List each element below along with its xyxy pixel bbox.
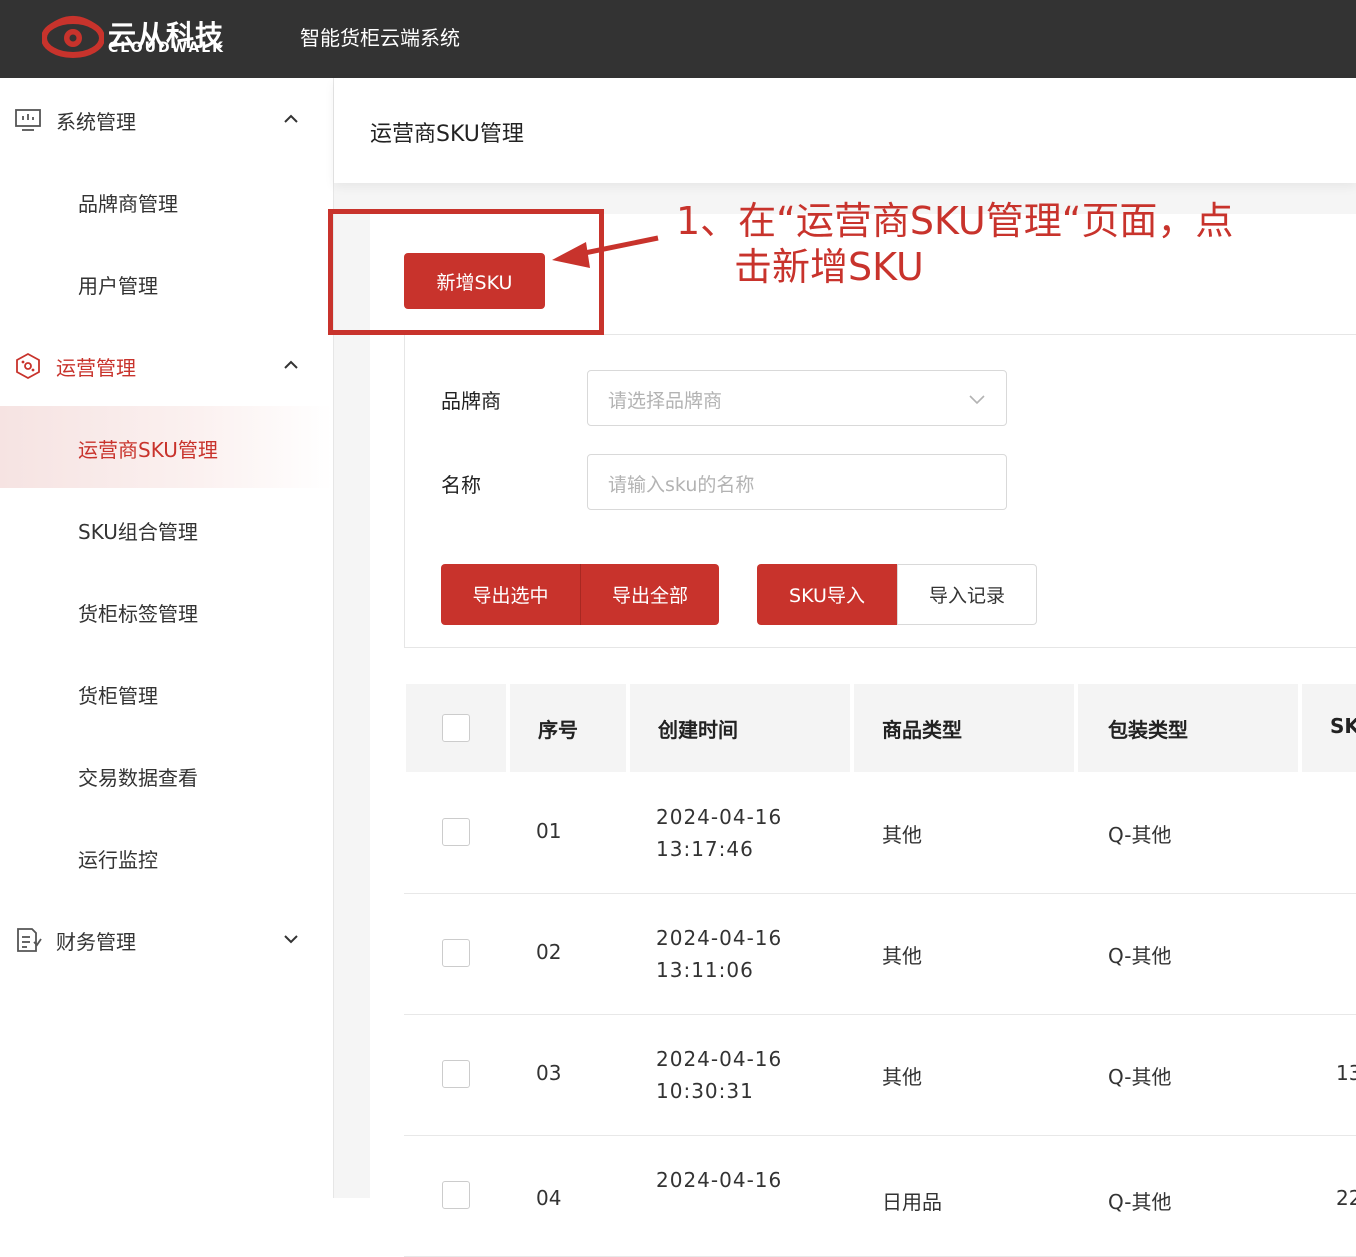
annotation-arrow-icon bbox=[552, 235, 659, 268]
row-goods-type: 其他 bbox=[882, 823, 922, 847]
sidebar-group-finance[interactable]: 财务管理 bbox=[0, 898, 333, 980]
row-time: 13:11:06 bbox=[656, 958, 754, 982]
sidebar-item-label: 货柜管理 bbox=[78, 684, 158, 708]
row-pack-type: Q-其他 bbox=[1108, 1190, 1172, 1214]
header-sku[interactable]: SK bbox=[1302, 684, 1356, 772]
sidebar: 系统管理 品牌商管理 用户管理 运营管理 运营商SKU管理 SKU组合管理 货柜… bbox=[0, 78, 334, 1198]
eye-logo-icon bbox=[42, 16, 104, 58]
annotation-line-2: 击新增SKU bbox=[734, 245, 924, 289]
finance-icon bbox=[17, 928, 42, 952]
table-row[interactable]: 02 2024-04-16 13:11:06 其他 Q-其他 bbox=[404, 894, 1356, 1015]
row-checkbox[interactable] bbox=[442, 1060, 470, 1088]
row-date: 2024-04-16 bbox=[656, 1168, 783, 1192]
row-goods-type: 日用品 bbox=[882, 1190, 942, 1214]
chevron-up-icon bbox=[284, 114, 298, 123]
header-pack-type[interactable]: 包装类型 bbox=[1078, 684, 1298, 772]
row-time: 13:17:46 bbox=[656, 837, 754, 861]
row-index: 02 bbox=[536, 940, 562, 964]
row-index: 03 bbox=[536, 1061, 562, 1085]
row-pack-type: Q-其他 bbox=[1108, 944, 1172, 968]
sidebar-group-operations[interactable]: 运营管理 bbox=[0, 324, 333, 406]
system-title: 智能货柜云端系统 bbox=[300, 26, 460, 50]
sidebar-item-brand[interactable]: 品牌商管理 bbox=[0, 160, 333, 242]
header-select-cell bbox=[406, 684, 506, 772]
sidebar-item-label: 货柜标签管理 bbox=[78, 602, 198, 626]
sidebar-item-transactions[interactable]: 交易数据查看 bbox=[0, 734, 333, 816]
column-header-label: 包装类型 bbox=[1108, 718, 1188, 742]
header-created-time[interactable]: 创建时间 bbox=[630, 684, 850, 772]
monitor-icon bbox=[15, 109, 41, 131]
row-sku: 13 bbox=[1336, 1061, 1356, 1085]
chevron-down-icon bbox=[284, 935, 298, 944]
row-checkbox[interactable] bbox=[442, 818, 470, 846]
sku-import-button[interactable]: SKU导入 bbox=[757, 564, 897, 625]
row-date: 2024-04-16 bbox=[656, 805, 783, 829]
name-input-placeholder: 请输入sku的名称 bbox=[608, 474, 755, 496]
row-time: 10:30:31 bbox=[656, 1079, 754, 1103]
select-all-checkbox[interactable] bbox=[442, 714, 470, 742]
sidebar-item-cabinet-tags[interactable]: 货柜标签管理 bbox=[0, 570, 333, 652]
sidebar-group-label: 系统管理 bbox=[56, 110, 136, 134]
column-header-label: 创建时间 bbox=[658, 718, 738, 742]
sidebar-item-label: 运营商SKU管理 bbox=[78, 438, 218, 462]
row-index: 01 bbox=[536, 819, 562, 843]
sidebar-item-label: 交易数据查看 bbox=[78, 766, 198, 790]
chevron-down-icon bbox=[969, 395, 985, 405]
export-all-button[interactable]: 导出全部 bbox=[580, 564, 719, 625]
brand-select-placeholder: 请选择品牌商 bbox=[608, 390, 723, 412]
sidebar-item-users[interactable]: 用户管理 bbox=[0, 242, 333, 324]
sidebar-item-label: SKU组合管理 bbox=[78, 520, 198, 544]
table-row[interactable]: 01 2024-04-16 13:17:46 其他 Q-其他 bbox=[404, 773, 1356, 894]
annotation-text: 1、在“运营商SKU管理“页面，点 击新增SKU bbox=[676, 198, 1316, 290]
row-index: 04 bbox=[536, 1186, 562, 1210]
sidebar-group-system[interactable]: 系统管理 bbox=[0, 78, 333, 160]
row-goods-type: 其他 bbox=[882, 1065, 922, 1089]
page-title: 运营商SKU管理 bbox=[370, 122, 524, 147]
sidebar-group-label: 财务管理 bbox=[56, 930, 136, 954]
brand-label: 品牌商 bbox=[441, 389, 501, 413]
filter-panel: 品牌商 请选择品牌商 名称 请输入sku的名称 导出选中 导出全部 SKU导入 … bbox=[404, 334, 1356, 648]
row-goods-type: 其他 bbox=[882, 944, 922, 968]
sidebar-item-sku-combo[interactable]: SKU组合管理 bbox=[0, 488, 333, 570]
chevron-up-icon bbox=[284, 360, 298, 369]
header-goods-type[interactable]: 商品类型 bbox=[854, 684, 1074, 772]
operations-icon bbox=[16, 352, 40, 380]
table-header: 序号 创建时间 商品类型 包装类型 SK bbox=[404, 684, 1356, 772]
import-records-button[interactable]: 导入记录 bbox=[897, 564, 1037, 625]
table-row[interactable]: 04 2024-04-16 日用品 Q-其他 22 bbox=[404, 1136, 1356, 1257]
sidebar-item-monitoring[interactable]: 运行监控 bbox=[0, 816, 333, 898]
brand-select[interactable]: 请选择品牌商 bbox=[587, 370, 1007, 426]
sidebar-item-cabinets[interactable]: 货柜管理 bbox=[0, 652, 333, 734]
sidebar-item-operator-sku[interactable]: 运营商SKU管理 bbox=[0, 406, 333, 488]
row-date: 2024-04-16 bbox=[656, 926, 783, 950]
sidebar-group-label: 运营管理 bbox=[56, 356, 136, 380]
column-header-label: SK bbox=[1330, 714, 1356, 738]
sidebar-item-label: 用户管理 bbox=[78, 274, 158, 298]
header-index[interactable]: 序号 bbox=[510, 684, 626, 772]
sidebar-item-label: 运行监控 bbox=[78, 848, 158, 872]
row-pack-type: Q-其他 bbox=[1108, 1065, 1172, 1089]
logo-text-en: CLOUDWALK bbox=[108, 40, 226, 56]
export-selected-button[interactable]: 导出选中 bbox=[441, 564, 580, 625]
column-header-label: 序号 bbox=[538, 718, 578, 742]
row-sku: 22 bbox=[1336, 1186, 1356, 1210]
row-pack-type: Q-其他 bbox=[1108, 823, 1172, 847]
cloudwalk-logo[interactable]: 云从科技 CLOUDWALK bbox=[42, 10, 242, 66]
annotation-line-1: 1、在“运营商SKU管理“页面，点 bbox=[676, 199, 1234, 243]
row-checkbox[interactable] bbox=[442, 1181, 470, 1209]
row-checkbox[interactable] bbox=[442, 939, 470, 967]
table-row[interactable]: 03 2024-04-16 10:30:31 其他 Q-其他 13 bbox=[404, 1015, 1356, 1136]
page-header: 运营商SKU管理 bbox=[334, 78, 1356, 183]
name-label: 名称 bbox=[441, 473, 481, 497]
sidebar-item-label: 品牌商管理 bbox=[78, 192, 178, 216]
top-bar: 云从科技 CLOUDWALK 智能货柜云端系统 bbox=[0, 0, 1356, 78]
column-header-label: 商品类型 bbox=[882, 718, 962, 742]
name-input[interactable]: 请输入sku的名称 bbox=[587, 454, 1007, 510]
row-date: 2024-04-16 bbox=[656, 1047, 783, 1071]
